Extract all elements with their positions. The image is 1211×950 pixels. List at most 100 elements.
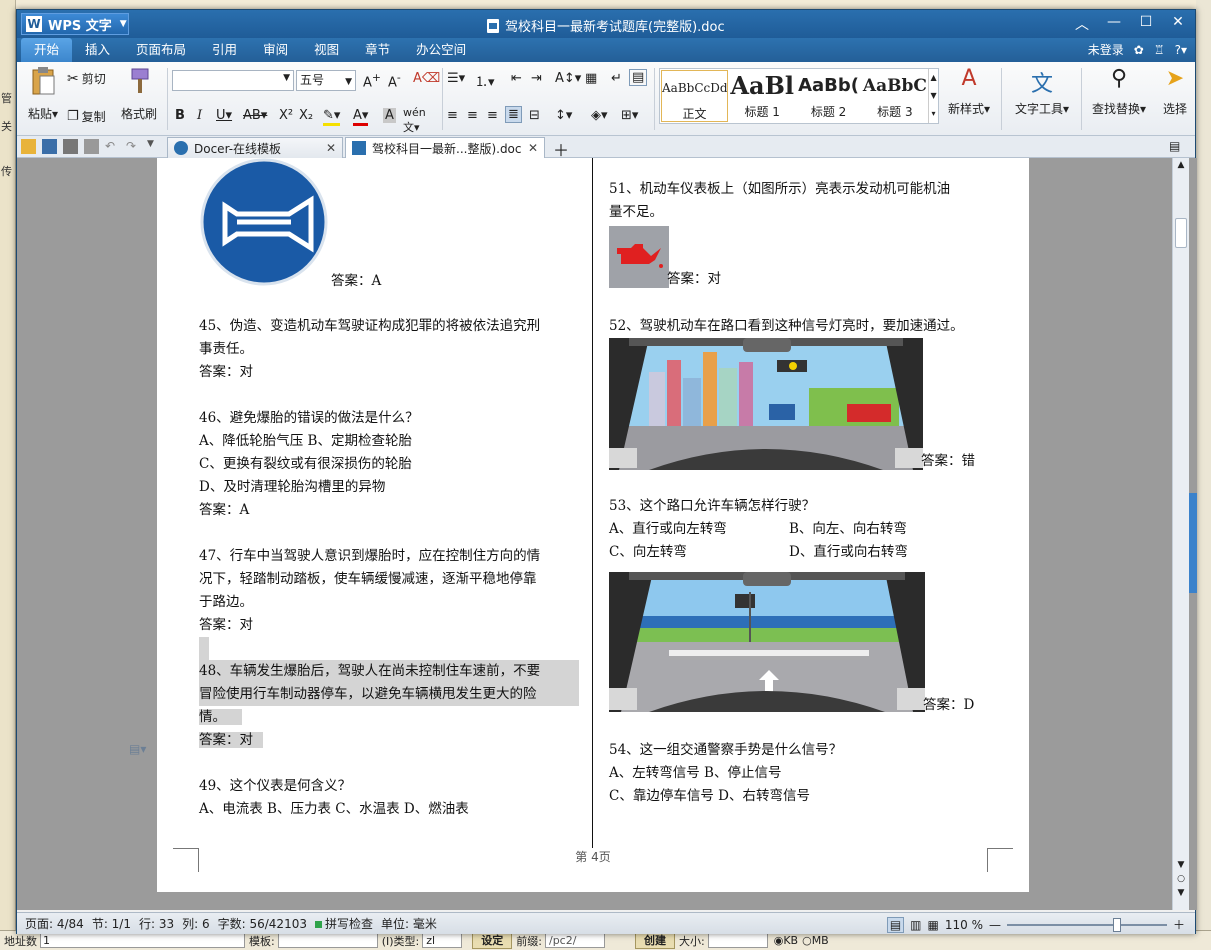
- tab-insert[interactable]: 插入: [72, 38, 123, 62]
- grow-font-icon[interactable]: A+: [363, 71, 381, 90]
- close-icon[interactable]: ✕: [1169, 14, 1187, 34]
- show-hide-icon[interactable]: ▤: [629, 69, 648, 86]
- tab-home[interactable]: 开始: [21, 38, 73, 62]
- template-input[interactable]: [277, 933, 378, 948]
- style-heading-2[interactable]: AaBb( 标题 2: [795, 69, 861, 123]
- zoom-out-icon[interactable]: —: [989, 918, 1001, 932]
- status-page[interactable]: 页面: 4/84: [25, 915, 84, 932]
- q48-answer[interactable]: 答案：对: [199, 732, 263, 748]
- numbered-list-icon[interactable]: ⒈▾: [475, 71, 495, 90]
- text-tools-button[interactable]: 文 文字工具▾: [1007, 66, 1077, 117]
- web-view-icon[interactable]: ▦: [928, 918, 939, 932]
- align-left-icon[interactable]: ≡: [447, 108, 458, 123]
- new-style-button[interactable]: A 新样式▾: [941, 66, 997, 117]
- font-color-icon[interactable]: A▾: [353, 108, 369, 126]
- type-select[interactable]: zl: [422, 933, 463, 948]
- save-icon[interactable]: [42, 139, 57, 154]
- scroll-up-icon[interactable]: ▲: [1173, 158, 1189, 172]
- tab-references[interactable]: 引用: [199, 38, 250, 62]
- style-normal[interactable]: AaBbCcDd 正文: [661, 70, 728, 122]
- tab-menu-icon[interactable]: ▤: [1169, 139, 1180, 153]
- paragraph-options-icon[interactable]: ▤▾: [129, 742, 146, 756]
- login-status[interactable]: 未登录: [1088, 38, 1124, 62]
- justify-icon[interactable]: ≣: [505, 106, 522, 123]
- q48-line-1[interactable]: 48、车辆发生爆胎后，驾驶人在尚未控制住车速前，不要: [199, 660, 579, 683]
- spell-check-toggle[interactable]: 拼写检查: [314, 915, 373, 932]
- find-replace-button[interactable]: ⚲ 查找替换▾: [1087, 66, 1151, 117]
- tab-page-layout[interactable]: 页面布局: [123, 38, 199, 62]
- clear-format-icon[interactable]: A⌫: [413, 71, 440, 86]
- zoom-slider[interactable]: [1006, 917, 1167, 932]
- prefix-input[interactable]: /pc2/: [544, 933, 605, 948]
- q48-line-3[interactable]: 情。: [199, 709, 242, 725]
- tab-chapter[interactable]: 章节: [352, 38, 403, 62]
- size-input[interactable]: [707, 933, 768, 948]
- char-shading-icon[interactable]: A: [383, 108, 396, 123]
- status-word-count[interactable]: 字数: 56/42103: [218, 915, 307, 932]
- superscript-icon[interactable]: X²: [279, 108, 293, 123]
- tab-current-document[interactable]: 驾校科目一最新...整版).doc ✕: [345, 137, 545, 158]
- tab-docer-templates[interactable]: Docer-在线模板 ✕: [167, 137, 343, 158]
- tab-review[interactable]: 审阅: [250, 38, 301, 62]
- address-count-input[interactable]: 1: [40, 933, 245, 948]
- format-painter-button[interactable]: 格式刷: [117, 66, 161, 122]
- increase-indent-icon[interactable]: ⇥: [531, 71, 542, 86]
- vertical-scrollbar[interactable]: ▲ ▼ ○ ▼: [1172, 158, 1189, 910]
- shrink-font-icon[interactable]: A-: [388, 71, 401, 90]
- paragraph-mark-icon[interactable]: ↵: [611, 71, 622, 86]
- unit-kb-radio[interactable]: ◉ KB: [774, 934, 798, 947]
- redo-icon[interactable]: ↷: [126, 139, 141, 154]
- font-size-select[interactable]: 五号 ▼: [296, 70, 356, 91]
- app-menu-button[interactable]: W WPS 文字 ▼: [21, 13, 129, 35]
- customize-icon[interactable]: ▼: [147, 139, 162, 154]
- document-page[interactable]: 答案：A 45、伪造、变造机动车驾驶证构成犯罪的将被依法追究刑 事责任。 答案：…: [157, 158, 1029, 892]
- zoom-slider-knob[interactable]: [1112, 917, 1121, 932]
- q48-line-2[interactable]: 冒险使用行车制动器停车，以避免车辆横甩发生更大的险: [199, 683, 579, 706]
- align-center-icon[interactable]: ≡: [467, 108, 478, 123]
- print-preview-icon[interactable]: [84, 139, 99, 154]
- select-button[interactable]: ➤ 选择: [1155, 66, 1195, 117]
- style-heading-1[interactable]: AaBl 标题 1: [729, 69, 795, 123]
- decrease-indent-icon[interactable]: ⇤: [511, 71, 522, 86]
- distributed-icon[interactable]: ⊟: [529, 108, 540, 123]
- close-tab-icon[interactable]: ✕: [528, 141, 538, 155]
- strikethrough-icon[interactable]: AB▾: [243, 108, 267, 123]
- bold-icon[interactable]: B: [175, 108, 185, 123]
- tab-office-space[interactable]: 办公空间: [403, 38, 479, 62]
- line-spacing-icon[interactable]: ↕▾: [555, 108, 572, 123]
- highlight-icon[interactable]: ✎▾: [323, 108, 341, 126]
- table-icon[interactable]: ▦: [585, 71, 597, 86]
- subscript-icon[interactable]: X₂: [299, 108, 313, 123]
- set-button[interactable]: 设定: [472, 932, 513, 949]
- paste-button[interactable]: 粘贴▾: [23, 66, 63, 122]
- print-icon[interactable]: [63, 139, 78, 154]
- bullet-list-icon[interactable]: ☰▾: [447, 71, 465, 86]
- maximize-icon[interactable]: ☐: [1137, 14, 1155, 34]
- side-panel-toggle[interactable]: [1189, 493, 1197, 593]
- style-heading-3[interactable]: AaBbC 标题 3: [862, 69, 928, 123]
- open-icon[interactable]: [21, 139, 36, 154]
- minimize-icon[interactable]: —: [1105, 14, 1123, 34]
- scroll-down-icon[interactable]: ▼ ○ ▼: [1173, 858, 1189, 900]
- undo-icon[interactable]: ↶: [105, 139, 120, 154]
- shirt-icon[interactable]: ♖: [1154, 38, 1165, 62]
- font-name-input[interactable]: ▼: [172, 70, 294, 91]
- collapse-ribbon-icon[interactable]: ︿: [1073, 14, 1091, 34]
- page-view-icon[interactable]: ▤: [886, 916, 905, 933]
- create-button[interactable]: 创建: [634, 932, 675, 949]
- help-icon[interactable]: ?▾: [1175, 38, 1187, 62]
- underline-icon[interactable]: U▾: [216, 108, 232, 123]
- scroll-thumb[interactable]: [1175, 218, 1187, 248]
- styles-scroll[interactable]: ▲ ▼ ▾: [928, 69, 938, 123]
- align-right-icon[interactable]: ≡: [487, 108, 498, 123]
- borders-icon[interactable]: ⊞▾: [621, 108, 638, 123]
- skin-icon[interactable]: ✿: [1134, 38, 1144, 62]
- zoom-in-icon[interactable]: ＋: [1173, 916, 1185, 933]
- text-direction-icon[interactable]: A↕▾: [555, 71, 581, 86]
- italic-icon[interactable]: I: [197, 108, 202, 123]
- cut-button[interactable]: ✂ 剪切: [67, 70, 106, 87]
- phonetic-guide-icon[interactable]: wén 文▾: [403, 106, 426, 135]
- shading-icon[interactable]: ◈▾: [591, 108, 608, 123]
- unit-mb-radio[interactable]: ○ MB: [802, 934, 829, 947]
- close-tab-icon[interactable]: ✕: [326, 141, 336, 155]
